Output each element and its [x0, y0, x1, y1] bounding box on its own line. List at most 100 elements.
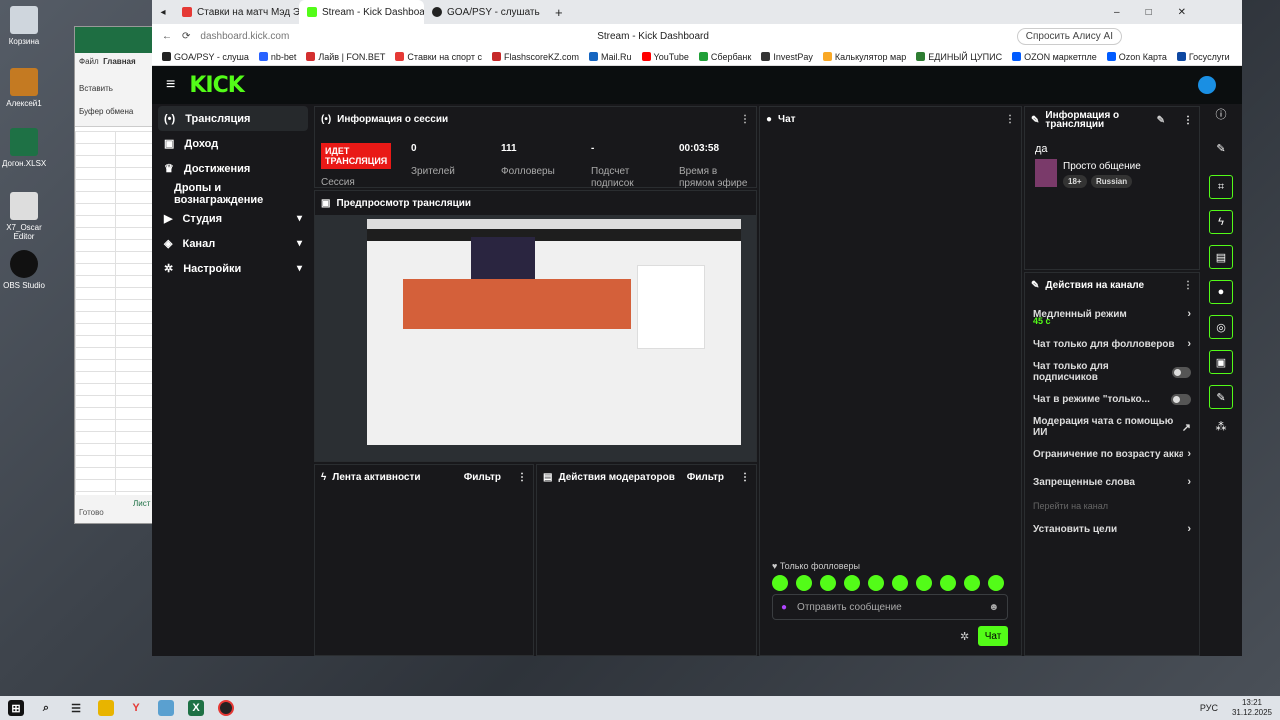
bookmark-item[interactable]: ЕДИНЫЙ ЦУПИС	[916, 51, 1002, 62]
emote-icon[interactable]	[964, 575, 980, 591]
calculator-icon[interactable]	[158, 700, 174, 716]
age-restriction-row[interactable]: Ограничение по возрасту аккаунт›	[1033, 439, 1191, 469]
windows-start-icon[interactable]: ⊞	[8, 700, 24, 716]
bookmark-item[interactable]: Госуслуги	[1176, 51, 1230, 62]
sidebar-item-settings[interactable]: ✲ Настройки ▾	[158, 256, 308, 281]
sidebar-item-studio[interactable]: ▶ Студия ▾	[158, 206, 308, 231]
chat-input[interactable]: ● Отправить сообщение ☻	[772, 594, 1008, 620]
excel-paste-button[interactable]: Вставить	[79, 84, 149, 93]
tab-kick[interactable]: Stream - Kick Dashboard	[299, 0, 424, 24]
excel-icon[interactable]: X	[188, 700, 204, 716]
excel-sheet-tab[interactable]: Лист	[133, 499, 150, 508]
sidebar-item-achievements[interactable]: ♛ Достижения	[158, 156, 308, 181]
sidebar-item-stream[interactable]: (•) Трансляция	[158, 106, 308, 131]
bookmark-item[interactable]: Сбербанк	[698, 51, 751, 62]
language-indicator[interactable]: РУС	[1200, 703, 1218, 713]
bookmark-item[interactable]: Калькулятор мар	[822, 51, 906, 62]
info-icon[interactable]: ⓘ	[1200, 106, 1242, 122]
emoji-icon[interactable]: ☻	[988, 602, 999, 613]
yandex-browser-icon[interactable]: Y	[128, 700, 144, 716]
alice-button[interactable]: Спросить Алису AI	[1016, 27, 1122, 45]
list-icon[interactable]: ▤	[1209, 245, 1233, 269]
stream-preview[interactable]	[315, 215, 756, 461]
bookmark-item[interactable]: OZON маркетпле	[1012, 51, 1097, 62]
tab-music[interactable]: GOA/PSY - слушать	[424, 0, 549, 24]
window-controls[interactable]: –□✕	[1114, 7, 1212, 18]
more-icon[interactable]: ⋮	[1183, 115, 1193, 125]
more-icon[interactable]: ⋮	[740, 472, 750, 483]
broadcast-icon[interactable]: ◎	[1209, 315, 1233, 339]
sidebar-item-drops[interactable]: Дропы и вознаграждение	[158, 181, 308, 206]
chat-icon[interactable]: ●	[1209, 280, 1233, 304]
subs-only-toggle[interactable]	[1171, 366, 1191, 378]
sidebar-item-channel[interactable]: ◈ Канал ▾	[158, 231, 308, 256]
layout-icon[interactable]: ▣	[1209, 350, 1233, 374]
bookmark-item[interactable]: Ozon Карта	[1106, 51, 1167, 62]
filter-button[interactable]: Фильтр	[464, 472, 501, 483]
bookmark-item[interactable]: Лайв | FON.BET	[306, 51, 385, 62]
emote-mode-row[interactable]: Чат в режиме "только...	[1033, 384, 1191, 414]
more-icon[interactable]: ⋮	[1183, 280, 1193, 291]
more-icon[interactable]: ⋮	[1005, 114, 1015, 125]
subs-only-row[interactable]: Чат только для подписчиков	[1033, 357, 1191, 387]
speaker-icon[interactable]: ◂	[152, 7, 174, 18]
emote-icon[interactable]	[868, 575, 884, 591]
menu-icon[interactable]: ≡	[166, 76, 175, 94]
bookmark-item[interactable]: FlashscoreKZ.com	[491, 51, 579, 62]
edit-icon[interactable]: ✎	[1157, 115, 1165, 125]
emote-icon[interactable]	[844, 575, 860, 591]
emote-icon[interactable]	[988, 575, 1004, 591]
bookmark-item[interactable]: Ставки на спорт с	[395, 51, 482, 62]
task-view-icon[interactable]: ☰	[68, 700, 84, 716]
reload-icon[interactable]: ⟳	[182, 31, 190, 42]
emote-icon[interactable]	[916, 575, 932, 591]
kick-logo[interactable]: KICK	[189, 73, 244, 98]
excel-file-icon[interactable]: Догон.XLSX	[2, 128, 46, 168]
filter-button[interactable]: Фильтр	[687, 472, 724, 483]
url-field[interactable]: dashboard.kick.com	[200, 31, 289, 42]
explorer-icon[interactable]	[98, 700, 114, 716]
obs-studio-icon[interactable]: OBS Studio	[2, 250, 46, 290]
emote-icon[interactable]	[892, 575, 908, 591]
emote-icon[interactable]	[796, 575, 812, 591]
emote-icon[interactable]	[772, 575, 788, 591]
oscar-editor-icon[interactable]: X7_Oscar Editor	[2, 192, 46, 241]
sidebar-item-income[interactable]: ▣ Доход	[158, 131, 308, 156]
new-tab-icon[interactable]: +	[555, 5, 563, 20]
search-icon[interactable]: ⌕	[38, 700, 54, 716]
chat-settings-icon[interactable]: ✲	[960, 630, 969, 643]
excel-home-tab[interactable]: Главная	[103, 57, 136, 66]
excel-file-tab[interactable]: Файл	[79, 57, 99, 66]
frame-icon[interactable]: ⌗	[1209, 175, 1233, 199]
recycle-bin-icon[interactable]: Корзина	[2, 6, 46, 46]
more-icon[interactable]: ⋮	[517, 472, 527, 483]
tab-bets[interactable]: Ставки на матч Мэд Энтс	[174, 0, 299, 24]
goals-row[interactable]: Установить цели ›	[1033, 514, 1191, 544]
ai-moderation-row[interactable]: Модерация чата с помощью ИИ ↗	[1033, 412, 1191, 442]
wrench-icon: ✎	[1031, 114, 1040, 126]
back-icon[interactable]: ←	[162, 31, 172, 42]
apps-icon[interactable]: ⁂	[1200, 420, 1242, 433]
bookmark-item[interactable]: nb-bet	[258, 51, 296, 62]
bookmark-item[interactable]: GOA/PSY - слуша	[162, 51, 249, 62]
bookmark-item[interactable]: YouTube	[641, 51, 689, 62]
clock[interactable]: 13:21 31.12.2025	[1232, 698, 1272, 718]
more-icon[interactable]: ⋮	[740, 114, 750, 125]
edit-icon[interactable]: ✎	[1200, 142, 1242, 155]
wrench-icon[interactable]: ✎	[1209, 385, 1233, 409]
emote-mode-toggle[interactable]	[1171, 393, 1191, 405]
avatar[interactable]	[1198, 76, 1216, 94]
obs-icon[interactable]	[218, 700, 234, 716]
excel-grid[interactable]	[75, 131, 153, 495]
followers-only-row[interactable]: Чат только для фолловеров ›	[1033, 329, 1191, 359]
bookmark-item[interactable]: Mail.Ru	[589, 51, 632, 62]
slow-mode-row[interactable]: Медленный режим 45 с ›	[1033, 299, 1191, 329]
mic-icon[interactable]: ●	[781, 602, 787, 613]
category-name[interactable]: Просто общение	[1063, 161, 1141, 172]
user-shortcut-icon[interactable]: Алексей1	[2, 68, 46, 108]
emote-icon[interactable]	[820, 575, 836, 591]
send-chat-button[interactable]: Чат	[978, 626, 1008, 646]
bolt-icon[interactable]: ϟ	[1209, 210, 1233, 234]
bookmark-item[interactable]: InvestPay	[761, 51, 813, 62]
emote-icon[interactable]	[940, 575, 956, 591]
